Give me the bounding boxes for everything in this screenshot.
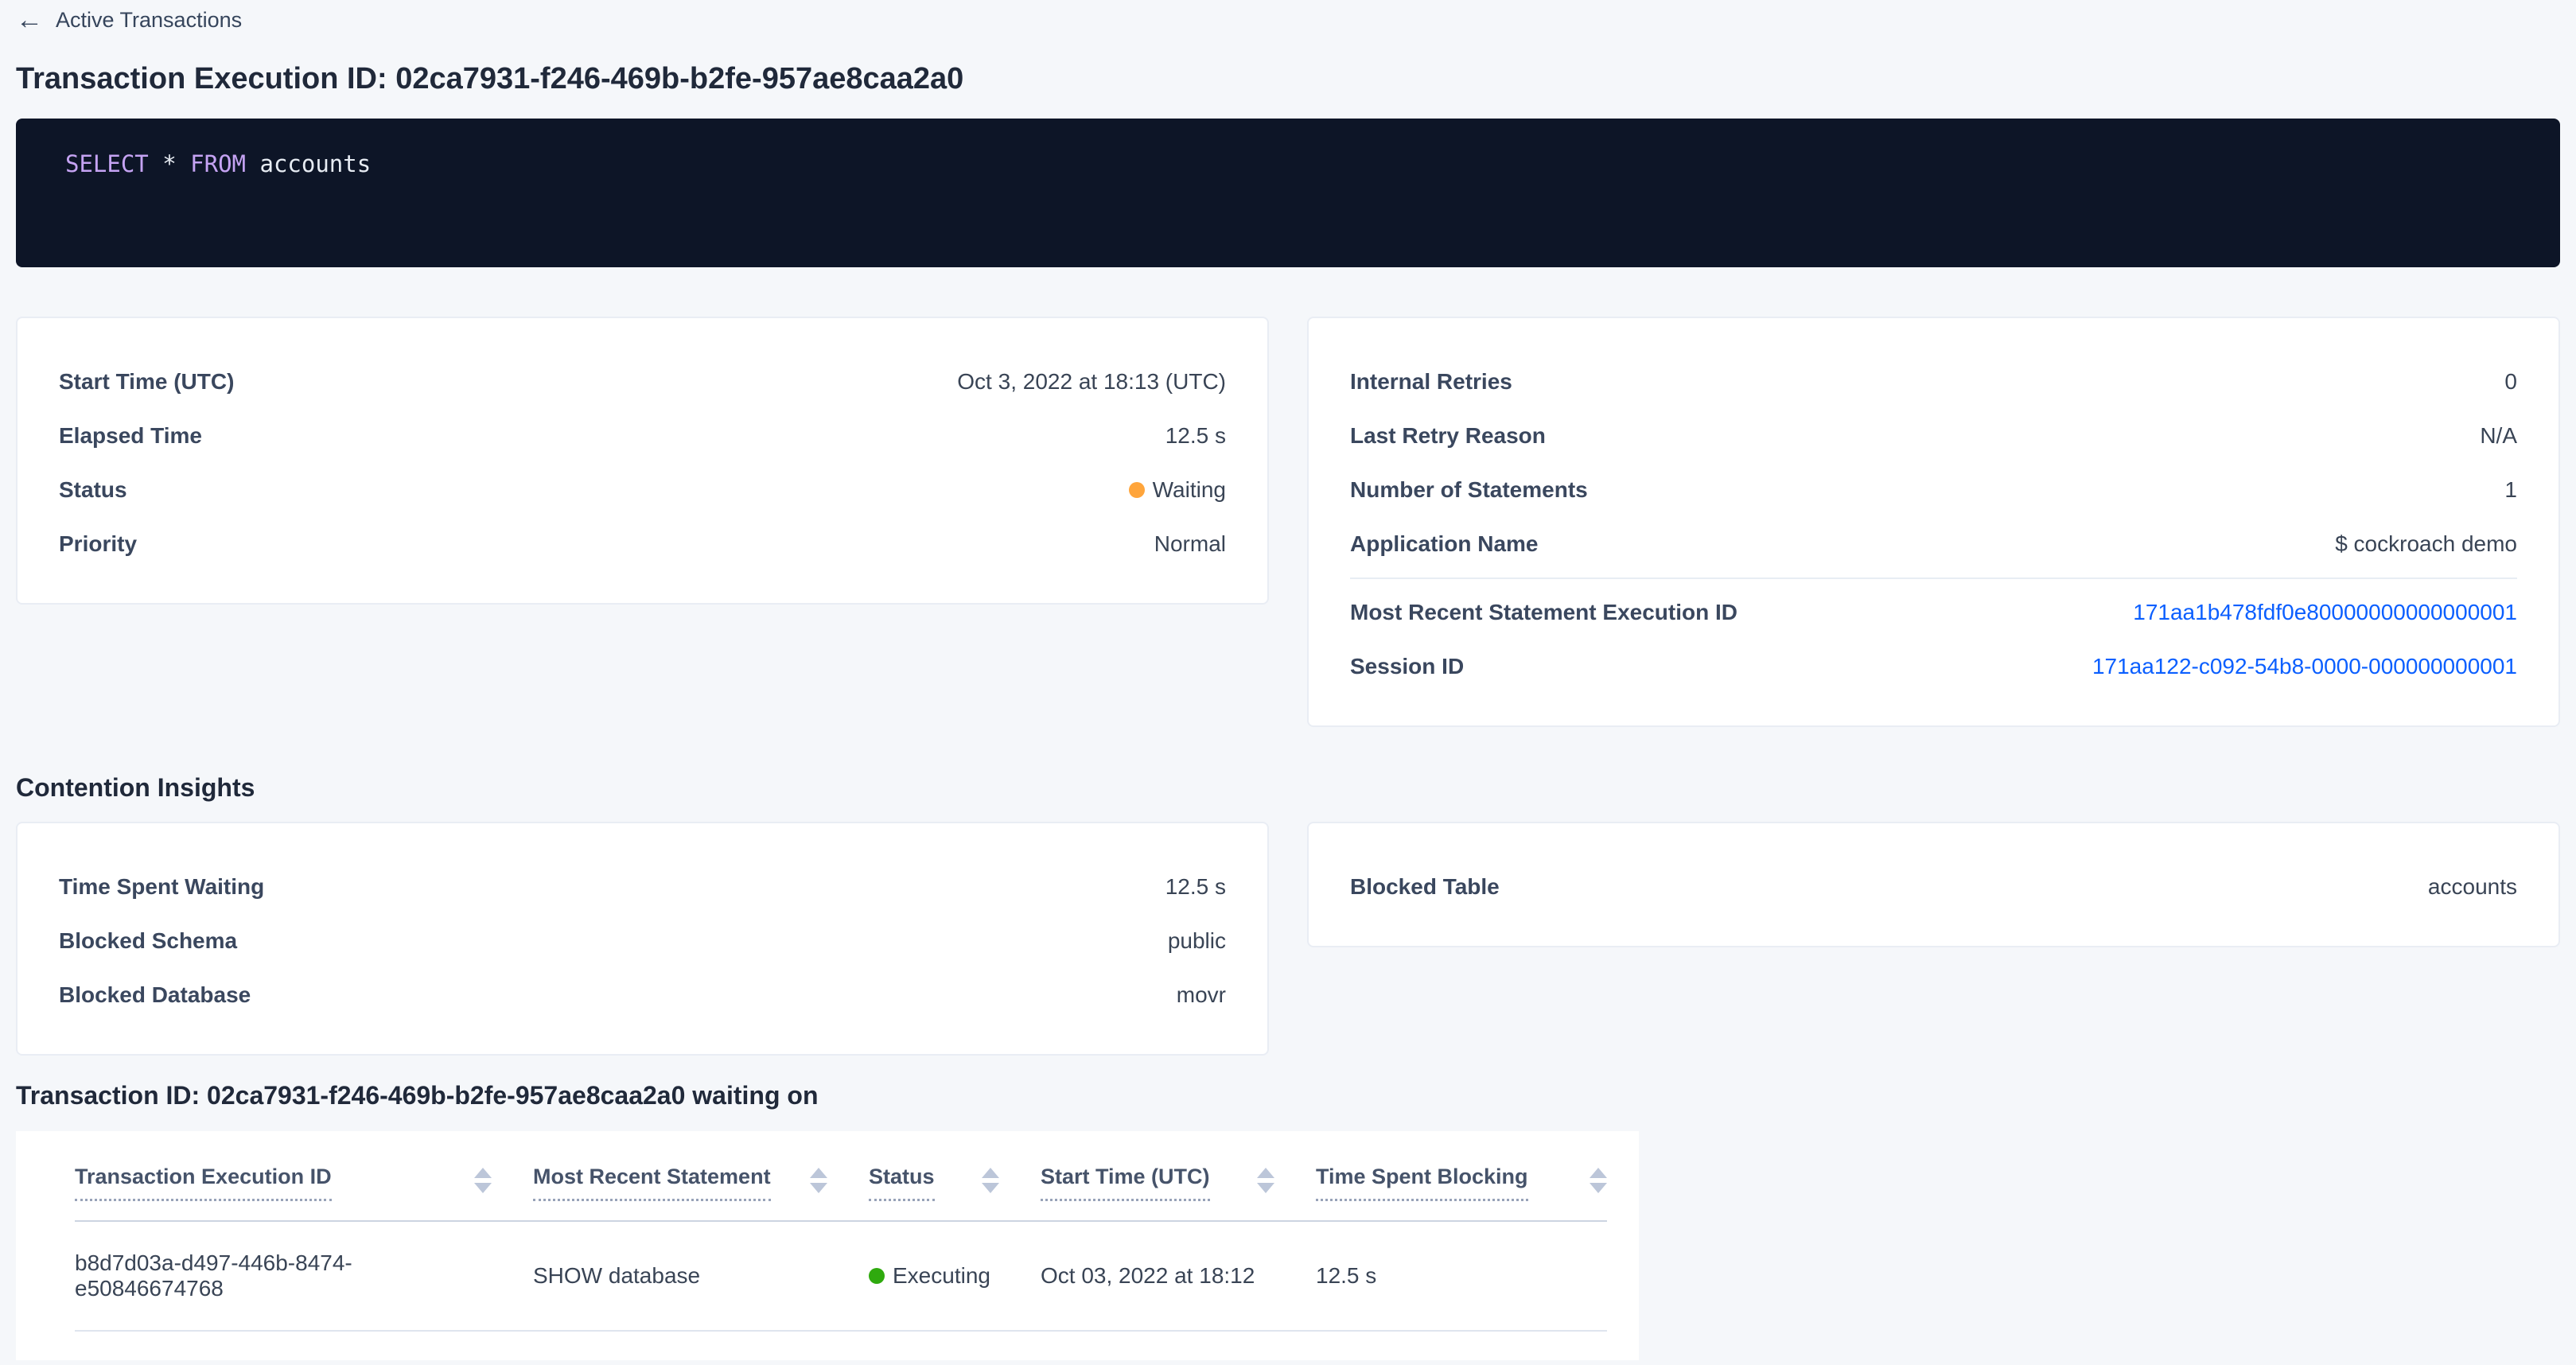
- waiting-transactions-table-inner: Transaction Execution ID Most Recent Sta…: [75, 1131, 1607, 1332]
- sort-ascending-icon: [1257, 1168, 1274, 1178]
- sql-table-name: accounts: [259, 150, 371, 177]
- transaction-summary-card: Start Time (UTC) Oct 3, 2022 at 18:13 (U…: [16, 317, 1269, 605]
- detail-value: 12.5 s: [1165, 423, 1226, 449]
- detail-row-statement-execution-id: Most Recent Statement Execution ID 171aa…: [1350, 585, 2517, 640]
- sort-ascending-icon: [810, 1168, 827, 1178]
- contention-details-card: Time Spent Waiting 12.5 s Blocked Schema…: [16, 822, 1269, 1056]
- column-header-transaction-execution-id[interactable]: Transaction Execution ID: [75, 1165, 533, 1201]
- sql-keyword: FROM: [190, 150, 246, 177]
- detail-row-internal-retries: Internal Retries 0: [1350, 355, 2517, 409]
- detail-label: Number of Statements: [1350, 477, 1588, 503]
- cell-start-time: Oct 03, 2022 at 18:12: [1041, 1263, 1316, 1289]
- detail-label: Session ID: [1350, 654, 1464, 679]
- detail-row-blocked-database: Blocked Database movr: [59, 968, 1226, 1022]
- detail-label: Time Spent Waiting: [59, 874, 264, 900]
- sort-descending-icon: [982, 1183, 999, 1193]
- waiting-transactions-table: Transaction Execution ID Most Recent Sta…: [16, 1131, 1639, 1360]
- waiting-on-heading: Transaction ID: 02ca7931-f246-469b-b2fe-…: [16, 1081, 2560, 1110]
- contention-cards-row: Time Spent Waiting 12.5 s Blocked Schema…: [16, 822, 2560, 1056]
- sort-descending-icon: [474, 1183, 492, 1193]
- column-header-label: Status: [869, 1165, 935, 1201]
- table-row: b8d7d03a-d497-446b-8474-e50846674768 SHO…: [75, 1222, 1607, 1332]
- detail-value: 0: [2504, 369, 2517, 395]
- back-arrow-icon: ←: [16, 6, 43, 33]
- detail-label: Elapsed Time: [59, 423, 202, 449]
- card-divider: [1350, 578, 2517, 579]
- sort-ascending-icon: [474, 1168, 492, 1178]
- sort-arrows[interactable]: [1257, 1168, 1274, 1193]
- detail-row-elapsed-time: Elapsed Time 12.5 s: [59, 409, 1226, 463]
- sort-ascending-icon: [1590, 1168, 1607, 1178]
- blocked-table-card: Blocked Table accounts: [1307, 822, 2560, 947]
- detail-row-session-id: Session ID 171aa122-c092-54b8-0000-00000…: [1350, 640, 2517, 694]
- column-header-time-spent-blocking[interactable]: Time Spent Blocking: [1316, 1165, 1607, 1201]
- detail-label: Application Name: [1350, 531, 1538, 557]
- cell-time-spent-blocking: 12.5 s: [1316, 1263, 1607, 1289]
- sort-descending-icon: [1257, 1183, 1274, 1193]
- status-badge: Waiting: [1129, 477, 1226, 503]
- detail-label: Blocked Schema: [59, 928, 237, 954]
- column-header-start-time[interactable]: Start Time (UTC): [1041, 1165, 1316, 1201]
- cell-status: Executing: [869, 1263, 1041, 1289]
- detail-value: Oct 3, 2022 at 18:13 (UTC): [957, 369, 1226, 395]
- detail-row-blocked-table: Blocked Table accounts: [1350, 860, 2517, 914]
- detail-label: Start Time (UTC): [59, 369, 234, 395]
- detail-label: Status: [59, 477, 127, 503]
- detail-label: Blocked Database: [59, 982, 251, 1008]
- cell-most-recent-statement: SHOW database: [533, 1263, 869, 1289]
- waiting-status-dot-icon: [1129, 482, 1145, 498]
- detail-label: Most Recent Statement Execution ID: [1350, 600, 1737, 625]
- table-header-row: Transaction Execution ID Most Recent Sta…: [75, 1131, 1607, 1222]
- sort-arrows[interactable]: [810, 1168, 827, 1193]
- detail-row-application-name: Application Name $ cockroach demo: [1350, 517, 2517, 571]
- page-title: Transaction Execution ID: 02ca7931-f246-…: [16, 62, 2560, 96]
- detail-row-number-of-statements: Number of Statements 1: [1350, 463, 2517, 517]
- detail-row-last-retry-reason: Last Retry Reason N/A: [1350, 409, 2517, 463]
- status-text: Executing: [893, 1263, 990, 1289]
- detail-value: 1: [2504, 477, 2517, 503]
- detail-label: Blocked Table: [1350, 874, 1500, 900]
- detail-row-priority: Priority Normal: [59, 517, 1226, 571]
- sort-arrows[interactable]: [982, 1168, 999, 1193]
- column-header-label: Time Spent Blocking: [1316, 1165, 1528, 1201]
- detail-label: Last Retry Reason: [1350, 423, 1546, 449]
- back-to-active-transactions-link[interactable]: ← Active Transactions: [16, 6, 242, 33]
- sql-star: *: [162, 150, 176, 177]
- sort-descending-icon: [810, 1183, 827, 1193]
- column-header-label: Most Recent Statement: [533, 1165, 771, 1201]
- status-text: Waiting: [1153, 477, 1226, 503]
- detail-value: accounts: [2428, 874, 2517, 900]
- transaction-details-page: ← Active Transactions Transaction Execut…: [0, 0, 2576, 1360]
- detail-row-blocked-schema: Blocked Schema public: [59, 914, 1226, 968]
- column-header-status[interactable]: Status: [869, 1165, 1041, 1201]
- detail-value: movr: [1177, 982, 1226, 1008]
- statement-execution-id-link[interactable]: 171aa1b478fdf0e80000000000000001: [2133, 600, 2517, 625]
- session-id-link[interactable]: 171aa122-c092-54b8-0000-000000000001: [2092, 654, 2517, 679]
- detail-row-time-spent-waiting: Time Spent Waiting 12.5 s: [59, 860, 1226, 914]
- overview-cards-row: Start Time (UTC) Oct 3, 2022 at 18:13 (U…: [16, 317, 2560, 727]
- detail-label: Internal Retries: [1350, 369, 1512, 395]
- transaction-meta-card: Internal Retries 0 Last Retry Reason N/A…: [1307, 317, 2560, 727]
- column-header-label: Start Time (UTC): [1041, 1165, 1210, 1201]
- executing-status-dot-icon: [869, 1268, 885, 1284]
- detail-value: $ cockroach demo: [2335, 531, 2517, 557]
- detail-value: N/A: [2480, 423, 2517, 449]
- detail-value: Normal: [1154, 531, 1226, 557]
- detail-value: 12.5 s: [1165, 874, 1226, 900]
- sql-keyword: SELECT: [65, 150, 149, 177]
- detail-label: Priority: [59, 531, 137, 557]
- contention-insights-heading: Contention Insights: [16, 773, 2560, 803]
- column-header-most-recent-statement[interactable]: Most Recent Statement: [533, 1165, 869, 1201]
- sql-statement-box: SELECT * FROM accounts: [16, 119, 2560, 267]
- column-header-label: Transaction Execution ID: [75, 1165, 332, 1201]
- sort-descending-icon: [1590, 1183, 1607, 1193]
- back-link-label: Active Transactions: [56, 8, 242, 33]
- sort-arrows[interactable]: [474, 1168, 492, 1193]
- detail-row-status: Status Waiting: [59, 463, 1226, 517]
- sort-arrows[interactable]: [1590, 1168, 1607, 1193]
- sort-ascending-icon: [982, 1168, 999, 1178]
- detail-row-start-time: Start Time (UTC) Oct 3, 2022 at 18:13 (U…: [59, 355, 1226, 409]
- detail-value: public: [1168, 928, 1226, 954]
- cell-transaction-execution-id: b8d7d03a-d497-446b-8474-e50846674768: [75, 1250, 533, 1301]
